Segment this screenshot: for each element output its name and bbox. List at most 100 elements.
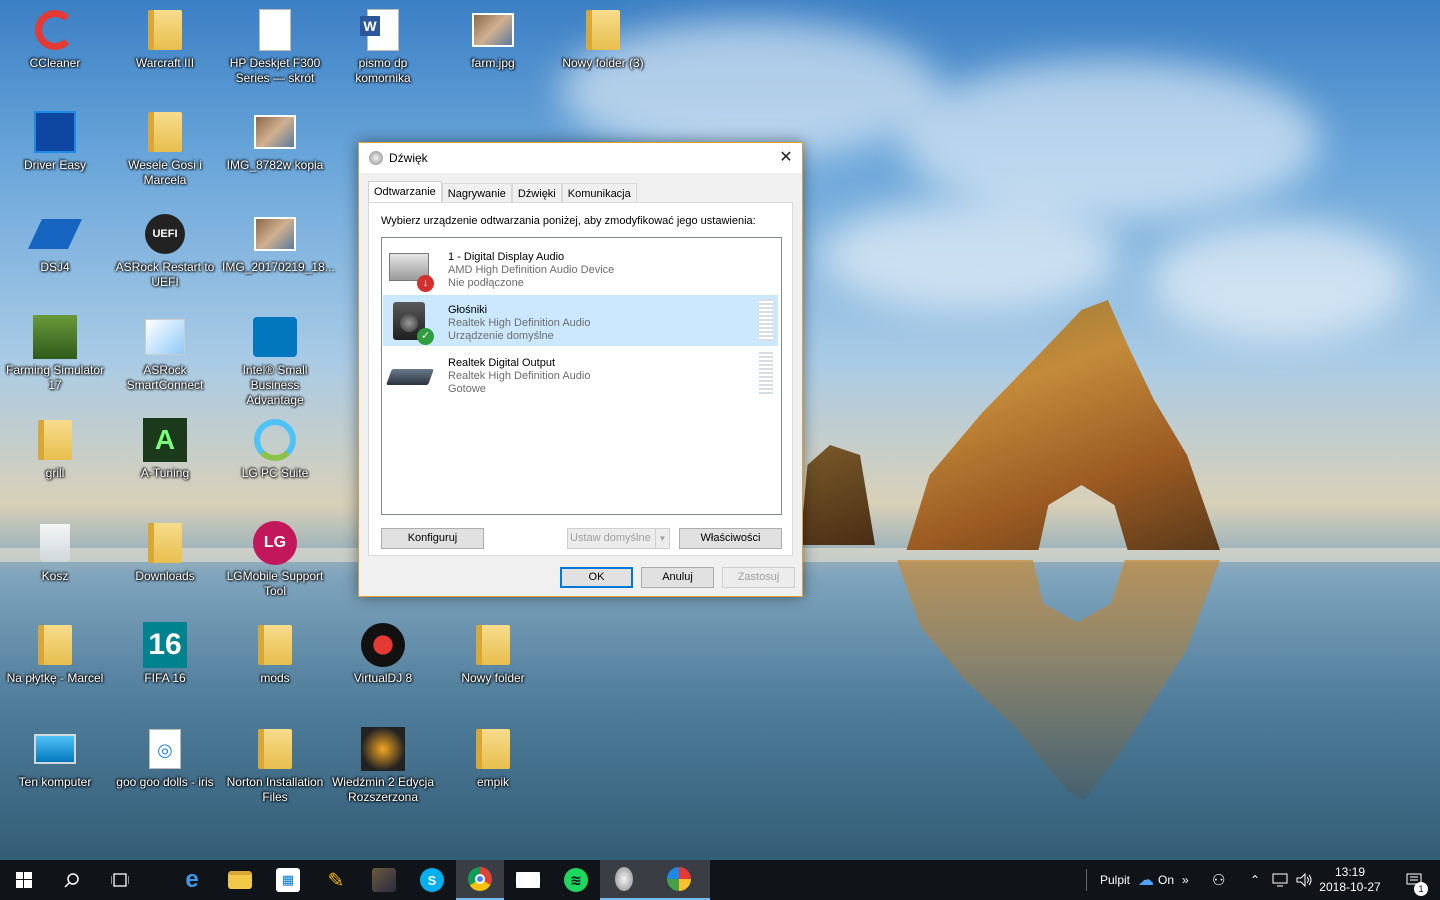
clock-time: 13:19 <box>1334 865 1366 879</box>
device-name: Realtek Digital Output <box>448 357 555 369</box>
desktop-icon[interactable]: ◎ goo goo dolls - iris <box>112 727 218 790</box>
playback-device-list[interactable]: ↓ 1 - Digital Display Audio AMD High Def… <box>381 237 782 515</box>
desktop-icon-label: VirtualDJ 8 <box>353 671 413 685</box>
folder-icon <box>581 8 625 52</box>
apply-button[interactable]: Zastosuj <box>722 567 795 588</box>
file-explorer-icon[interactable] <box>216 860 264 900</box>
folder-icon <box>253 727 297 771</box>
desktop-icon[interactable]: Nowy folder (3) <box>550 8 656 71</box>
desktop-icon[interactable]: Wesele Gosi i Marcela <box>112 110 218 188</box>
desktop-icon[interactable]: IMG_8782w kopia <box>222 110 328 173</box>
show-hidden-icons-icon[interactable]: ⌃ <box>1250 860 1260 900</box>
a-tuning-icon: A <box>143 418 187 462</box>
dialog-titlebar[interactable]: Dźwięk ✕ <box>359 143 802 173</box>
desktop-icon[interactable]: Intel® Small Business Advantage <box>222 315 328 408</box>
desktop-icon[interactable]: Kosz <box>2 521 108 584</box>
desktop-icon[interactable]: HP Deskjet F300 Series — skrót <box>222 8 328 86</box>
desktop-icon-label: Wesele Gosi i Marcela <box>128 158 202 187</box>
action-center-icon[interactable]: 1 <box>1396 860 1432 900</box>
tab-recording[interactable]: Nagrywanie <box>441 183 512 203</box>
desktop-icon[interactable]: IMG_20170219_18... <box>222 212 335 275</box>
folder-icon <box>253 623 297 667</box>
search-icon[interactable] <box>48 860 96 900</box>
close-icon[interactable]: ✕ <box>770 143 802 173</box>
configure-button[interactable]: Konfiguruj <box>381 528 484 549</box>
device-digital-output[interactable]: Realtek Digital Output Realtek High Defi… <box>383 348 778 399</box>
people-icon[interactable]: ⚇ <box>1212 860 1225 900</box>
overflow-chevron-icon[interactable]: » <box>1182 873 1189 887</box>
image-icon <box>253 110 297 154</box>
tab-playback[interactable]: Odtwarzanie <box>368 181 442 203</box>
spotify-icon[interactable]: ≋ <box>552 860 600 900</box>
desktop-icon[interactable]: LG PC Suite <box>222 418 328 481</box>
media-icon: ◎ <box>143 727 187 771</box>
desktop-icon-label: Nowy folder <box>461 671 525 685</box>
desktop-icon[interactable]: Na płytkę - Marcel <box>2 623 108 686</box>
properties-button[interactable]: Właściwości <box>679 528 782 549</box>
tab-communications[interactable]: Komunikacja <box>561 183 637 203</box>
device-digital-display-audio[interactable]: ↓ 1 - Digital Display Audio AMD High Def… <box>383 242 778 293</box>
device-speakers[interactable]: ✓ Głośniki Realtek High Definition Audio… <box>383 295 778 346</box>
instruction-text: Wybierz urządzenie odtwarzania poniżej, … <box>381 215 756 227</box>
desktop-icon[interactable]: 16 FIFA 16 <box>112 622 218 686</box>
network-icon[interactable] <box>1272 860 1290 900</box>
desktop-icon[interactable]: A A-Tuning <box>112 418 218 481</box>
image-icon <box>471 8 515 52</box>
desktop-icon[interactable]: mods <box>222 623 328 686</box>
desktop-icon[interactable]: Farming Simulator 17 <box>2 315 108 393</box>
mail-icon[interactable] <box>504 860 552 900</box>
notification-count-badge: 1 <box>1414 882 1428 896</box>
desktop-icon[interactable]: grill <box>2 418 108 481</box>
chrome-icon[interactable] <box>456 860 504 900</box>
word-document-icon <box>360 8 405 52</box>
desktop-icon-label: ASRock Restart to UEFI <box>115 260 215 289</box>
folder-icon <box>33 623 77 667</box>
desktop-icon[interactable]: Ten komputer <box>2 727 108 790</box>
onedrive-item[interactable]: ☁ On » <box>1138 860 1189 900</box>
desktop-icon[interactable]: CCleaner <box>2 8 108 71</box>
cancel-button[interactable]: Anuluj <box>641 567 714 588</box>
desktop-icon[interactable]: DSJ4 <box>2 212 108 275</box>
lg-pc-suite-icon <box>253 418 297 462</box>
desktop-icon[interactable]: Wiedźmin 2 Edycja Rozszerzona <box>330 727 436 805</box>
task-view-icon[interactable] <box>96 860 144 900</box>
desktop-icon[interactable]: farm.jpg <box>440 8 546 71</box>
edge-icon[interactable]: e <box>168 860 216 900</box>
desktop-toolbar-label[interactable]: Pulpit <box>1100 860 1130 900</box>
tab-sounds[interactable]: Dźwięki <box>511 183 562 203</box>
desktop-icon-label: Farming Simulator 17 <box>5 363 105 392</box>
desktop-icon[interactable]: Driver Easy <box>2 110 108 173</box>
ok-button[interactable]: OK <box>560 567 633 588</box>
desktop-icon[interactable]: ASRock SmartConnect <box>112 315 218 393</box>
device-driver: Realtek High Definition Audio <box>448 370 591 382</box>
store-icon[interactable]: ▦ <box>264 860 312 900</box>
clock[interactable]: 13:19 2018-10-27 <box>1318 860 1382 900</box>
folder-icon <box>143 110 187 154</box>
game-icon[interactable] <box>360 860 408 900</box>
desktop-icon[interactable]: Norton Installation Files <box>222 727 328 805</box>
sound-settings-icon[interactable] <box>600 860 648 900</box>
set-default-button[interactable]: Ustaw domyślne ▼ <box>567 528 670 549</box>
desktop-icon-label: pismo dp komornika <box>355 56 411 85</box>
desktop-icon[interactable]: pismo dp komornika <box>330 8 436 86</box>
folder-icon <box>143 8 187 52</box>
skype-icon[interactable]: S <box>408 860 456 900</box>
chevron-down-icon[interactable]: ▼ <box>655 529 669 548</box>
desktop-icon[interactable]: LG LGMobile Support Tool <box>222 521 328 599</box>
desktop-icon[interactable]: UEFI ASRock Restart to UEFI <box>112 212 218 290</box>
desktop-icon[interactable]: VirtualDJ 8 <box>330 623 436 686</box>
playback-panel: Wybierz urządzenie odtwarzania poniżej, … <box>368 202 793 556</box>
photos-icon[interactable] <box>648 860 710 900</box>
start-button[interactable] <box>0 860 48 900</box>
volume-icon[interactable] <box>1296 860 1314 900</box>
disconnected-badge-icon: ↓ <box>417 275 434 292</box>
desktop-icon[interactable]: empik <box>440 727 546 790</box>
desktop-icon-label: Norton Installation Files <box>226 775 324 804</box>
desktop-icon[interactable]: Downloads <box>112 521 218 584</box>
desktop-icon[interactable]: Nowy folder <box>440 623 546 686</box>
fifa-icon: 16 <box>143 622 187 668</box>
desktop-icon-label: Downloads <box>135 569 195 583</box>
app-pencil-icon[interactable]: ✎ <box>312 860 360 900</box>
desktop-icon-label: CCleaner <box>29 56 81 70</box>
desktop-icon[interactable]: Warcraft III <box>112 8 218 71</box>
